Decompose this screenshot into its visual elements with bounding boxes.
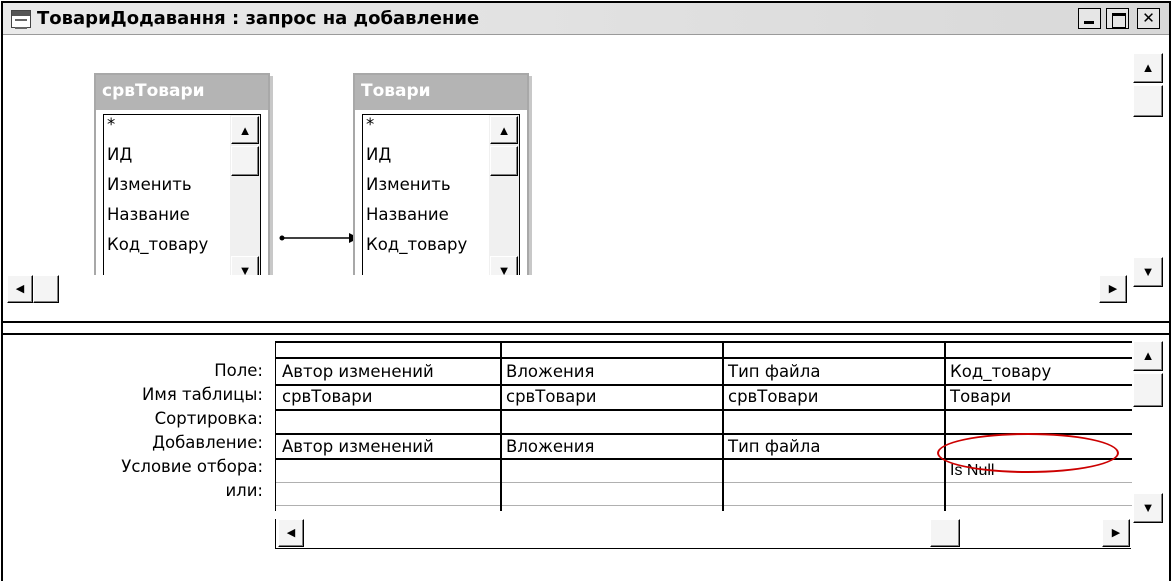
scroll-up-icon: ▲ — [1141, 60, 1155, 75]
scroll-right-icon: ▶ — [1108, 283, 1118, 295]
field-item[interactable]: ИД — [107, 145, 132, 164]
field-cell[interactable]: Тип файла — [728, 362, 820, 381]
field-list-srvtovary[interactable]: срвТовари * ИД Изменить Название Код_тов… — [94, 73, 270, 293]
field-list-body: * ИД Изменить Название Код_товару ▲ ▼ — [103, 114, 261, 286]
table-cell[interactable]: срвТовари — [728, 387, 818, 406]
grid-line — [276, 357, 1132, 359]
field-item[interactable]: Изменить — [107, 175, 192, 194]
field-item[interactable]: Код_товару — [107, 235, 208, 254]
row-label-append: Добавление: — [152, 433, 263, 452]
scroll-thumb[interactable] — [490, 146, 518, 176]
row-label-or: или: — [225, 481, 263, 500]
row-label-table: Имя таблицы: — [142, 385, 263, 404]
scroll-up-icon: ▲ — [238, 123, 252, 138]
close-button[interactable] — [1137, 8, 1160, 29]
query-icon — [11, 10, 31, 29]
design-grid[interactable]: Автор изменений срвТовари Автор изменени… — [275, 341, 1132, 511]
scroll-left-button[interactable]: ◀ — [278, 519, 304, 547]
row-label-field: Поле: — [214, 361, 263, 380]
scroll-right-button[interactable]: ▶ — [1102, 519, 1130, 547]
minimize-button[interactable] — [1078, 8, 1101, 29]
row-label-sort: Сортировка: — [154, 409, 263, 428]
field-cell[interactable]: Вложения — [506, 362, 594, 381]
row-label-criteria: Условие отбора: — [121, 457, 263, 476]
table-cell[interactable]: срвТовари — [506, 387, 596, 406]
scroll-thumb[interactable] — [1133, 373, 1163, 407]
scroll-right-icon: ▶ — [1111, 527, 1121, 539]
maximize-button[interactable] — [1106, 8, 1129, 29]
scroll-down-icon: ▼ — [1141, 264, 1155, 279]
append-cell[interactable]: Автор изменений — [282, 437, 434, 456]
append-cell[interactable]: Вложения — [506, 437, 594, 456]
scroll-thumb[interactable] — [33, 275, 59, 303]
field-cell[interactable]: Автор изменений — [282, 362, 434, 381]
table-cell[interactable]: срвТовари — [282, 387, 372, 406]
field-item[interactable]: * — [366, 115, 374, 134]
scroll-left-icon: ◀ — [286, 527, 296, 539]
field-item[interactable]: * — [107, 115, 115, 134]
scroll-right-button[interactable]: ▶ — [1099, 275, 1127, 303]
field-list-title[interactable]: Товари — [355, 75, 527, 110]
grid-line — [944, 341, 946, 511]
scroll-down-button[interactable]: ▼ — [1133, 493, 1163, 523]
title-bar[interactable]: ТовариДодавання : запрос на добавление — [3, 3, 1169, 35]
field-item[interactable]: Изменить — [366, 175, 451, 194]
field-list-scrollbar[interactable]: ▲ ▼ — [230, 115, 260, 285]
table-cell[interactable]: Товари — [950, 387, 1011, 406]
append-cell[interactable]: Тип файла — [728, 437, 820, 456]
table-pane[interactable]: срвТовари * ИД Изменить Название Код_тов… — [3, 35, 1169, 321]
field-item[interactable]: ИД — [366, 145, 391, 164]
field-item[interactable]: Название — [366, 205, 449, 224]
join-line[interactable] — [279, 231, 361, 245]
field-list-title[interactable]: срвТовари — [96, 75, 268, 110]
grid-vertical-scrollbar[interactable]: ▲ ▼ — [1131, 341, 1163, 553]
field-list-tovary[interactable]: Товари * ИД Изменить Название Код_товару… — [353, 73, 529, 293]
field-item[interactable]: Название — [107, 205, 190, 224]
table-pane-vertical-scrollbar[interactable]: ▲ ▼ — [1131, 35, 1163, 305]
pane-splitter[interactable] — [3, 321, 1169, 335]
grid-line — [500, 341, 502, 511]
grid-line — [276, 384, 1132, 386]
scroll-thumb[interactable] — [1133, 85, 1163, 117]
scroll-thumb[interactable] — [930, 519, 960, 547]
scroll-down-icon: ▼ — [1141, 500, 1155, 515]
scroll-up-button[interactable]: ▲ — [1133, 53, 1163, 83]
field-item[interactable]: Код_товару — [366, 235, 467, 254]
field-list-body: * ИД Изменить Название Код_товару ▲ ▼ — [362, 114, 520, 286]
scroll-up-button[interactable]: ▲ — [1133, 341, 1163, 371]
grid-horizontal-scrollbar[interactable]: ◀ ▶ — [275, 519, 1131, 549]
grid-line — [276, 341, 1132, 343]
scroll-left-icon: ◀ — [15, 283, 25, 295]
field-list-scrollbar[interactable]: ▲ ▼ — [489, 115, 519, 285]
field-cell[interactable]: Код_товару — [950, 362, 1051, 381]
scroll-left-button[interactable]: ◀ — [7, 275, 33, 303]
highlight-ellipse — [937, 433, 1119, 473]
grid-line — [276, 505, 1132, 506]
window-title: ТовариДодавання : запрос на добавление — [37, 8, 480, 29]
grid-line — [276, 409, 1132, 411]
scroll-thumb[interactable] — [231, 146, 259, 176]
scroll-up-icon: ▲ — [1141, 348, 1155, 363]
scroll-down-button[interactable]: ▼ — [1133, 257, 1163, 287]
table-pane-horizontal-scrollbar[interactable]: ◀ ▶ — [3, 275, 1131, 305]
query-design-window: ТовариДодавання : запрос на добавление с… — [1, 1, 1171, 581]
grid-line — [276, 482, 1132, 483]
design-grid-pane: Поле: Имя таблицы: Сортировка: Добавлени… — [3, 335, 1169, 581]
scroll-up-button[interactable]: ▲ — [490, 116, 518, 144]
grid-line — [722, 341, 724, 511]
scroll-up-icon: ▲ — [497, 123, 511, 138]
scroll-up-button[interactable]: ▲ — [231, 116, 259, 144]
